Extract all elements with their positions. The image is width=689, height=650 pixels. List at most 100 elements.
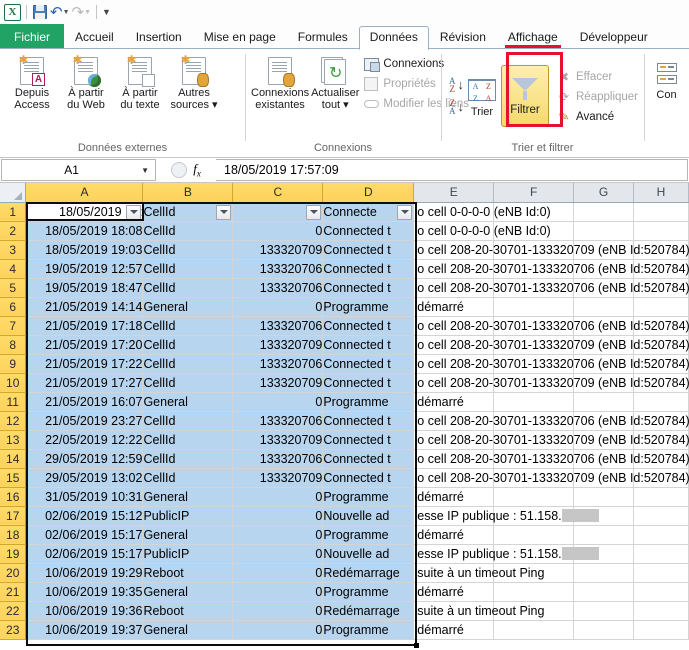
cell-g[interactable] (573, 430, 634, 450)
tab-developpeur[interactable]: Développeur (569, 26, 659, 49)
cell-e[interactable]: o cell 208-20-30701-133320706 (eNB Id:52… (413, 278, 689, 298)
cell-b[interactable]: CellId (142, 430, 234, 450)
cancel-enter-icon[interactable] (171, 162, 188, 178)
cell-c[interactable]: 133320706 (232, 259, 324, 279)
from-text-button[interactable]: ✱ À partir du texte (113, 53, 167, 113)
cell-f[interactable] (493, 601, 575, 621)
cell-d[interactable]: Programme (322, 392, 415, 412)
cell-c[interactable]: 0 (232, 297, 324, 317)
cell-b[interactable]: General (142, 487, 234, 507)
column-header-f[interactable]: F (493, 183, 575, 203)
cell-f[interactable] (493, 221, 575, 241)
cell-b[interactable]: CellId (142, 335, 234, 355)
cell-g[interactable] (573, 563, 634, 583)
refresh-all-button[interactable]: ↻ Actualiser tout ▾ (310, 53, 360, 113)
cell-b[interactable]: CellId (142, 240, 234, 260)
cell-a[interactable]: 21/05/2019 17:22 (25, 354, 144, 374)
cell-a[interactable]: 18/05/2019 17: (25, 202, 144, 222)
cell-a[interactable]: 21/05/2019 17:27 (25, 373, 144, 393)
cell-b[interactable]: Reboot (142, 563, 234, 583)
cell-c[interactable]: 133320706 (232, 411, 324, 431)
row-header-1[interactable]: 1 (0, 202, 27, 222)
tab-fichier[interactable]: Fichier (0, 24, 65, 49)
cell-a[interactable]: 10/06/2019 19:29 (25, 563, 144, 583)
cell-a[interactable]: 10/06/2019 19:36 (25, 601, 144, 621)
convert-button[interactable]: Con (649, 55, 684, 103)
cell-a[interactable]: 18/05/2019 18:08 (25, 221, 144, 241)
cell-g[interactable] (573, 240, 634, 260)
cell-c[interactable]: 0 (232, 544, 324, 564)
cell-d[interactable]: Programme (322, 487, 415, 507)
cell-h[interactable] (633, 221, 689, 241)
cell-c[interactable]: 133320706 (232, 316, 324, 336)
cell-f[interactable] (493, 240, 575, 260)
filter-dropdown-icon[interactable] (126, 204, 142, 220)
row-header-12[interactable]: 12 (0, 411, 27, 431)
chevron-down-icon[interactable]: ▼ (141, 166, 155, 175)
undo-dropdown-icon[interactable]: ▼ (63, 9, 70, 16)
row-header-6[interactable]: 6 (0, 297, 27, 317)
cell-a[interactable]: 21/05/2019 17:20 (25, 335, 144, 355)
cell-b[interactable]: CellId (142, 373, 234, 393)
cell-b[interactable]: General (142, 582, 234, 602)
row-header-18[interactable]: 18 (0, 525, 27, 545)
cell-g[interactable] (573, 392, 634, 412)
row-header-4[interactable]: 4 (0, 259, 27, 279)
save-icon[interactable] (32, 4, 48, 20)
other-sources-button[interactable]: ✱ Autres sources ▾ (167, 53, 221, 113)
cell-f[interactable] (493, 278, 575, 298)
cell-g[interactable] (573, 601, 634, 621)
cell-h[interactable] (633, 620, 689, 640)
existing-connections-button[interactable]: Connexions existantes (250, 53, 310, 113)
row-header-8[interactable]: 8 (0, 335, 27, 355)
cell-d[interactable]: Connected t (322, 449, 415, 469)
cell-f[interactable] (493, 354, 575, 374)
cell-c[interactable]: 0 (232, 487, 324, 507)
column-header-h[interactable]: H (633, 183, 689, 203)
tab-mise-en-page[interactable]: Mise en page (193, 26, 287, 49)
cell-b[interactable]: CellId (142, 449, 234, 469)
cell-h[interactable] (633, 316, 689, 336)
cell-h[interactable] (633, 278, 689, 298)
cell-e[interactable]: o cell 208-20-30701-133320709 (eNB Id:52… (413, 335, 689, 355)
advanced-filter-button[interactable]: ✎ Avancé (553, 107, 641, 127)
cell-g[interactable] (573, 506, 634, 526)
cell-c[interactable]: 0 (232, 620, 324, 640)
cell-h[interactable] (633, 373, 689, 393)
row-header-20[interactable]: 20 (0, 563, 27, 583)
row-header-17[interactable]: 17 (0, 506, 27, 526)
row-header-22[interactable]: 22 (0, 601, 27, 621)
cell-h[interactable] (633, 297, 689, 317)
cell-d[interactable]: Programme (322, 297, 415, 317)
cell-h[interactable] (633, 335, 689, 355)
tab-formules[interactable]: Formules (287, 26, 359, 49)
cell-f[interactable] (493, 392, 575, 412)
cell-f[interactable] (493, 487, 575, 507)
tab-accueil[interactable]: Accueil (64, 26, 125, 49)
cell-f[interactable] (493, 506, 575, 526)
cell-e[interactable]: démarré (413, 620, 495, 640)
cell-e[interactable]: o cell 0-0-0-0 (eNB Id:0) (413, 221, 551, 241)
cell-f[interactable] (493, 259, 575, 279)
cell-b[interactable]: Reboot (142, 601, 234, 621)
cell-b[interactable]: PublicIP (142, 544, 234, 564)
cell-h[interactable] (633, 468, 689, 488)
cell-b[interactable]: General (142, 392, 234, 412)
cell-a[interactable]: 10/06/2019 19:35 (25, 582, 144, 602)
cell-c[interactable]: 0 (232, 601, 324, 621)
row-header-5[interactable]: 5 (0, 278, 27, 298)
cell-f[interactable] (493, 335, 575, 355)
insert-function-icon[interactable]: fx (193, 161, 201, 179)
cell-b[interactable]: CellId (142, 221, 234, 241)
cell-a[interactable]: 02/06/2019 15:12 (25, 506, 144, 526)
cell-d[interactable]: Connected t (322, 468, 415, 488)
cell-h[interactable] (633, 411, 689, 431)
cell-b[interactable]: General (142, 620, 234, 640)
cell-a[interactable]: 31/05/2019 10:31 (25, 487, 144, 507)
column-header-d[interactable]: D (322, 183, 415, 203)
cell-b[interactable]: General (142, 525, 234, 545)
cell-e[interactable]: o cell 208-20-30701-133320706 (eNB Id:52… (413, 411, 689, 431)
cell-a[interactable]: 29/05/2019 12:59 (25, 449, 144, 469)
cell-b[interactable]: General (142, 297, 234, 317)
cell-c[interactable]: 133320709 (232, 373, 324, 393)
